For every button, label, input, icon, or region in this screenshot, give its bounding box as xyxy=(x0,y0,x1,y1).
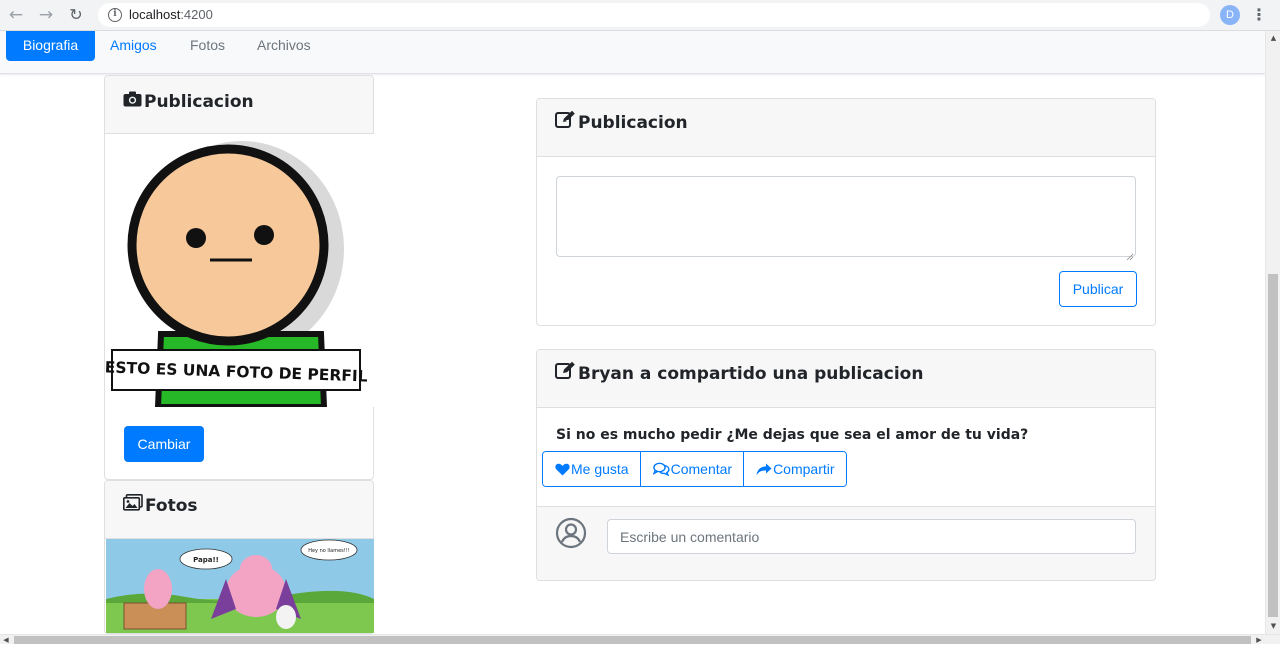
publish-card-title: Publicacion xyxy=(578,113,688,133)
like-button[interactable]: Me gusta xyxy=(543,452,640,486)
post-actions: Me gusta Comentar Compartir xyxy=(542,451,847,487)
bubble-left-text: Papa!! xyxy=(193,556,219,564)
photos-card: Fotos Papa!! Hey no llames!!! xyxy=(104,480,374,634)
scroll-down-arrow-icon[interactable]: ▼ xyxy=(1266,619,1280,634)
edit-icon xyxy=(555,350,576,398)
share-button[interactable]: Compartir xyxy=(743,452,846,486)
profile-avatar[interactable]: D xyxy=(1220,5,1240,25)
user-circle-icon xyxy=(555,517,587,553)
top-nav: Biografia Amigos Fotos Archivos xyxy=(0,31,1265,74)
share-label: Compartir xyxy=(773,461,835,477)
page-viewport: Biografia Amigos Fotos Archivos Publicac… xyxy=(0,31,1265,634)
photo-thumbnail[interactable]: Papa!! Hey no llames!!! xyxy=(106,539,374,633)
comments-icon xyxy=(652,462,670,476)
publish-button[interactable]: Publicar xyxy=(1059,271,1137,307)
info-icon[interactable]: i xyxy=(108,8,122,22)
profile-card-header: Publicacion xyxy=(105,76,373,134)
resize-grip-icon[interactable] xyxy=(1126,246,1134,261)
post-card-header: Bryan a compartido una publicacion xyxy=(537,350,1155,408)
bubble-right-text: Hey no llames!!! xyxy=(308,548,350,554)
comment-label: Comentar xyxy=(670,461,733,477)
change-photo-button[interactable]: Cambiar xyxy=(124,426,204,462)
url-text: localhost:4200 xyxy=(129,7,213,22)
share-icon xyxy=(756,463,772,475)
horizontal-scroll-thumb[interactable] xyxy=(14,636,1251,644)
address-bar[interactable]: i localhost:4200 ☆ xyxy=(98,3,1280,27)
publish-card-header: Publicacion xyxy=(537,99,1155,157)
heart-icon xyxy=(555,463,570,475)
photos-card-title: Fotos xyxy=(145,496,198,516)
like-label: Me gusta xyxy=(571,461,629,477)
nav-fotos[interactable]: Fotos xyxy=(190,31,225,61)
comment-input[interactable] xyxy=(607,519,1136,554)
browser-menu-icon[interactable]: ⋮ xyxy=(1251,4,1267,26)
reload-icon[interactable]: ↻ xyxy=(66,5,86,25)
profile-photo: ESTO ES UNA FOTO DE PERFIL xyxy=(106,134,374,407)
nav-biografia[interactable]: Biografia xyxy=(6,31,95,61)
nav-amigos[interactable]: Amigos xyxy=(110,31,157,61)
camera-icon xyxy=(123,76,142,128)
comment-footer xyxy=(537,506,1155,580)
images-icon xyxy=(123,481,143,531)
back-arrow-icon[interactable]: ← xyxy=(6,5,26,25)
post-textarea[interactable] xyxy=(556,176,1136,257)
post-text: Si no es mucho pedir ¿Me dejas que sea e… xyxy=(556,427,1029,443)
publish-card: Publicacion Publicar xyxy=(536,98,1156,326)
vertical-scrollbar[interactable]: ▲ ▼ xyxy=(1265,31,1280,634)
shared-post-card: Bryan a compartido una publicacion Si no… xyxy=(536,349,1156,581)
profile-card-title: Publicacion xyxy=(144,92,254,112)
nav-archivos[interactable]: Archivos xyxy=(257,31,311,61)
edit-icon xyxy=(555,99,576,147)
comment-button[interactable]: Comentar xyxy=(639,452,744,486)
profile-card: Publicacion ESTO ES UNA FOTO DE PERFIL C… xyxy=(104,75,374,480)
post-card-title: Bryan a compartido una publicacion xyxy=(578,364,924,384)
forward-arrow-icon[interactable]: → xyxy=(36,5,56,25)
vertical-scroll-thumb[interactable] xyxy=(1268,274,1278,617)
scroll-up-arrow-icon[interactable]: ▲ xyxy=(1266,31,1280,46)
photos-card-header: Fotos xyxy=(105,481,373,539)
browser-toolbar: ← → ↻ i localhost:4200 ☆ D ⋮ xyxy=(0,0,1280,31)
horizontal-scrollbar[interactable]: ◀ ▶ xyxy=(0,634,1280,644)
